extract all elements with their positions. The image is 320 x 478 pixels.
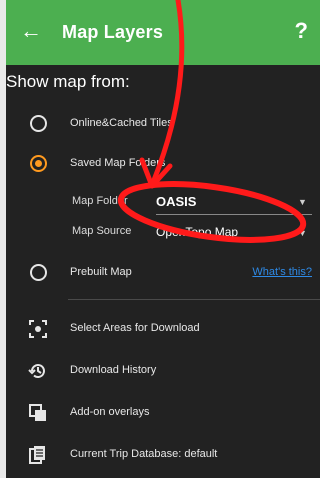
menu-item-download-history[interactable]: Download History (6, 352, 320, 390)
divider (68, 299, 320, 300)
option-saved-map-folders[interactable]: Saved Map Folders (6, 145, 320, 183)
map-folder-underline (156, 214, 312, 215)
menu-item-trip-database[interactable]: Current Trip Database: default (6, 436, 320, 474)
whats-this-link[interactable]: What's this? (252, 266, 312, 278)
menu-item-label: Current Trip Database: default (70, 448, 218, 460)
menu-item-label: Add-on overlays (70, 406, 150, 418)
radio-online-cached-tiles[interactable] (30, 115, 47, 132)
option-label: Saved Map Folders (70, 157, 166, 169)
option-label: Prebuilt Map (70, 266, 132, 278)
chevron-down-icon[interactable]: ▼ (298, 197, 307, 207)
map-folder-select[interactable]: OASIS (156, 194, 196, 209)
radio-prebuilt-map[interactable] (30, 264, 47, 281)
app-bar: ← Map Layers ? (6, 0, 320, 65)
map-source-label: Map Source (72, 225, 132, 237)
menu-item-label: Download History (70, 364, 157, 376)
history-icon (28, 364, 45, 379)
menu-item-label: Select Areas for Download (70, 322, 200, 334)
option-online-cached-tiles[interactable]: Online&Cached Tiles (6, 105, 320, 143)
section-heading: Show map from: (6, 72, 130, 91)
map-source-select[interactable]: OpenTopo Map (156, 225, 238, 239)
select-area-icon (29, 320, 47, 338)
help-button[interactable]: ? (295, 18, 308, 44)
chevron-down-icon[interactable]: ▼ (298, 228, 307, 238)
map-folder-label: Map Folder (72, 195, 128, 207)
menu-item-addon-overlays[interactable]: Add-on overlays (6, 394, 320, 432)
layers-copy-icon (29, 404, 46, 421)
radio-saved-map-folders[interactable] (30, 155, 47, 172)
back-arrow-icon[interactable]: ← (20, 20, 42, 42)
database-file-icon (29, 446, 45, 464)
option-label: Online&Cached Tiles (70, 117, 173, 129)
page-title: Map Layers (62, 22, 164, 42)
option-prebuilt-map[interactable]: Prebuilt Map What's this? (6, 254, 320, 292)
menu-item-select-areas[interactable]: Select Areas for Download (6, 310, 320, 348)
map-layers-screen: ← Map Layers ? Show map from: Online&Cac… (6, 0, 320, 478)
